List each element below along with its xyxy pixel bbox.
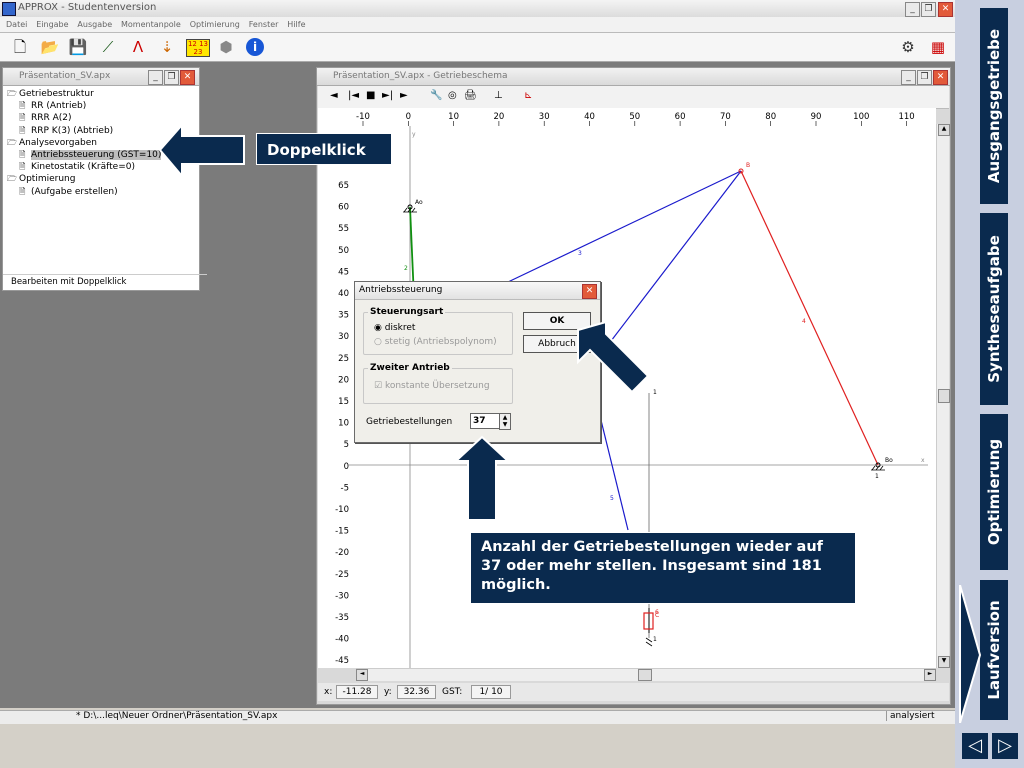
arrow-diagonal-icon xyxy=(577,320,650,394)
tab-ausgangsgetriebe[interactable]: Ausgangsgetriebe xyxy=(980,8,1008,204)
tab-syntheseaufgabe[interactable]: Syntheseaufgabe xyxy=(980,213,1008,405)
arrow-up-icon xyxy=(453,435,511,521)
overlay-arrows xyxy=(158,122,650,521)
callout-doppelklick: Doppelklick xyxy=(256,133,392,165)
tab-laufversion[interactable]: Laufversion xyxy=(980,580,1008,720)
next-slide-button[interactable]: ▷ xyxy=(992,733,1018,759)
active-tab-indicator xyxy=(959,585,982,723)
callout-info: Anzahl der Getriebestellungen wieder auf… xyxy=(470,532,856,604)
previous-slide-button[interactable]: ◁ xyxy=(962,733,988,759)
arrow-left-icon xyxy=(158,122,245,179)
tab-optimierung[interactable]: Optimierung xyxy=(980,414,1008,570)
